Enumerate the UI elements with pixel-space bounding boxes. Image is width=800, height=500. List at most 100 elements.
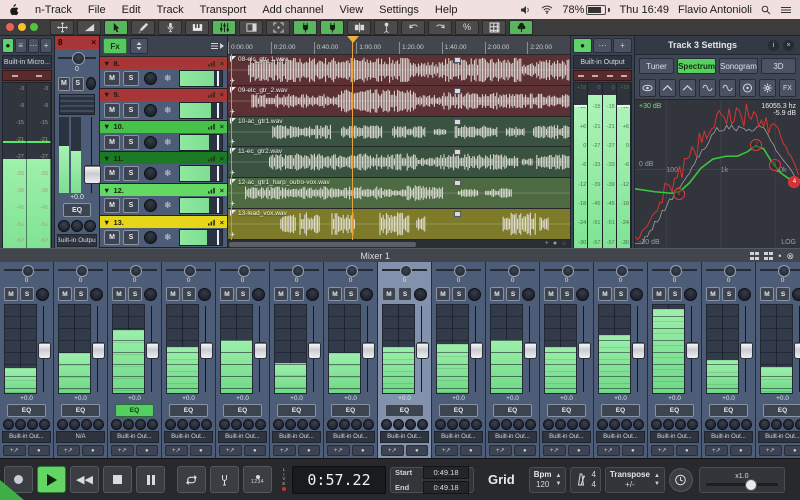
record-button[interactable]: ● (622, 445, 645, 456)
pan-slider[interactable] (166, 264, 211, 277)
mixer-channel-strip[interactable]: 0 M S +0.0 EQ (756, 262, 800, 458)
speed-slider-thumb[interactable] (745, 479, 757, 491)
track-row[interactable]: ▼ 12. × M S ❄ (100, 184, 227, 216)
toolbar-tool-button[interactable] (509, 20, 533, 35)
record-button[interactable]: ● (730, 445, 753, 456)
mute-button[interactable]: M (382, 287, 396, 301)
eq-button[interactable]: EQ (63, 203, 91, 217)
track-collapse-icon[interactable]: ▼ (103, 218, 110, 227)
eq-button[interactable]: EQ (601, 404, 640, 417)
solo-button[interactable]: S (290, 287, 304, 301)
pan-slider[interactable] (598, 264, 643, 277)
bpm-down-icon[interactable]: ▼ (556, 481, 562, 487)
volume-fader-handle[interactable] (308, 342, 321, 359)
volume-fader-handle[interactable] (740, 342, 753, 359)
toolbar-tool-button[interactable] (77, 20, 101, 35)
pan-slider[interactable] (112, 264, 157, 277)
channel-knob[interactable] (144, 288, 157, 301)
volume-fader-handle[interactable] (578, 342, 591, 359)
send-knobs[interactable] (486, 418, 539, 430)
record-button[interactable]: ● (244, 445, 267, 456)
solo-button[interactable]: S (776, 287, 790, 301)
send-button[interactable]: +↗ (165, 445, 188, 456)
output-select[interactable]: Built-in Out... (2, 431, 51, 443)
output-select[interactable]: Built-in Out... (650, 431, 699, 443)
solo-button[interactable]: S (506, 287, 520, 301)
record-button[interactable]: ● (406, 445, 429, 456)
tuner-button[interactable] (210, 466, 239, 493)
mute-button[interactable]: M (104, 166, 120, 181)
channel-more-button[interactable]: ⋯ (593, 38, 612, 53)
time-display[interactable]: 0:57.22 (292, 466, 386, 494)
arrangement-view[interactable]: 0:00.000:20.000:40.001:00.001:20.001:40.… (228, 36, 570, 248)
track-close-icon[interactable]: × (220, 59, 224, 68)
scrollbar-thumb[interactable] (229, 242, 416, 247)
menubar-clock[interactable]: Thu 16:49 (619, 4, 669, 16)
output-select[interactable]: Built-in Out... (704, 431, 753, 443)
send-button[interactable]: +↗ (381, 445, 404, 456)
send-knobs[interactable] (648, 418, 701, 430)
channel-knob[interactable] (306, 288, 319, 301)
count-in-button[interactable]: 1234 (243, 466, 272, 493)
grid-label[interactable]: Grid (478, 472, 525, 487)
solo-button[interactable]: S (452, 287, 466, 301)
send-knobs[interactable] (324, 418, 377, 430)
send-button[interactable]: +↗ (57, 445, 80, 456)
toolbar-tool-button[interactable] (158, 20, 182, 35)
send-button[interactable]: +↗ (219, 445, 242, 456)
toolbar-tool-button[interactable] (131, 20, 155, 35)
freeze-icon[interactable]: ❄ (164, 105, 172, 116)
eq-button[interactable]: EQ (331, 404, 370, 417)
track-volume-icon[interactable] (207, 91, 216, 98)
volume-fader-handle[interactable] (686, 342, 699, 359)
toolbar-tool-button[interactable] (347, 20, 371, 35)
solo-button[interactable]: S (614, 287, 628, 301)
track-volume-icon[interactable] (207, 123, 216, 130)
send-button[interactable]: +↗ (435, 445, 458, 456)
mute-button[interactable]: M (104, 103, 120, 118)
timeline-ruler[interactable]: 0:00.000:20.000:40.001:00.001:20.001:40.… (228, 36, 570, 55)
send-button[interactable]: +↗ (759, 445, 782, 456)
stop-button[interactable] (103, 466, 132, 493)
channel-knob[interactable] (522, 288, 535, 301)
solo-button[interactable]: S (123, 166, 139, 181)
channel-knob[interactable] (90, 288, 103, 301)
mute-button[interactable]: M (706, 287, 720, 301)
volume-fader-handle[interactable] (524, 342, 537, 359)
track-collapse-icon[interactable]: ▼ (103, 122, 110, 131)
mute-button[interactable]: M (436, 287, 450, 301)
send-knobs[interactable] (702, 418, 755, 430)
record-button[interactable]: ● (460, 445, 483, 456)
solo-button[interactable]: S (236, 287, 250, 301)
volume-fader[interactable] (92, 304, 103, 394)
menu-item[interactable]: n-Track (27, 4, 80, 16)
playhead[interactable] (352, 36, 353, 240)
record-button[interactable]: ● (676, 445, 699, 456)
send-button[interactable]: +↗ (543, 445, 566, 456)
track-row[interactable]: ▼ 11. × M S ❄ (100, 152, 227, 184)
eq-button[interactable]: EQ (7, 404, 46, 417)
mixer-channel-strip[interactable]: 0 M S +0.0 EQ (108, 262, 162, 458)
pan-slider[interactable] (544, 264, 589, 277)
volume-fader-handle[interactable] (200, 342, 213, 359)
pan-slider[interactable] (220, 264, 265, 277)
toolbar-tool-button[interactable] (428, 20, 452, 35)
send-button[interactable]: +↗ (651, 445, 674, 456)
mixer-titlebar[interactable]: Mixer 1 • ⊗ (0, 248, 800, 263)
volume-fader[interactable] (254, 304, 265, 394)
output-select[interactable]: Built-in Out... (272, 431, 321, 443)
track-knob[interactable] (144, 199, 157, 212)
mixer-channel-strip[interactable]: 0 M S +0.0 EQ (216, 262, 270, 458)
eq-button[interactable]: EQ (709, 404, 748, 417)
transpose-value[interactable]: +/- (625, 480, 635, 490)
send-button[interactable]: +↗ (489, 445, 512, 456)
mixer-channel-strip[interactable]: 0 M S +0.0 EQ (162, 262, 216, 458)
send-button[interactable]: +↗ (3, 445, 26, 456)
send-button[interactable]: +↗ (705, 445, 728, 456)
solo-button[interactable]: S (123, 198, 139, 213)
track-list-menu-icon[interactable] (210, 42, 224, 50)
play-button[interactable] (37, 466, 66, 493)
channel-knob[interactable] (414, 288, 427, 301)
volume-fader[interactable] (200, 304, 211, 394)
pan-slider[interactable] (652, 264, 697, 277)
